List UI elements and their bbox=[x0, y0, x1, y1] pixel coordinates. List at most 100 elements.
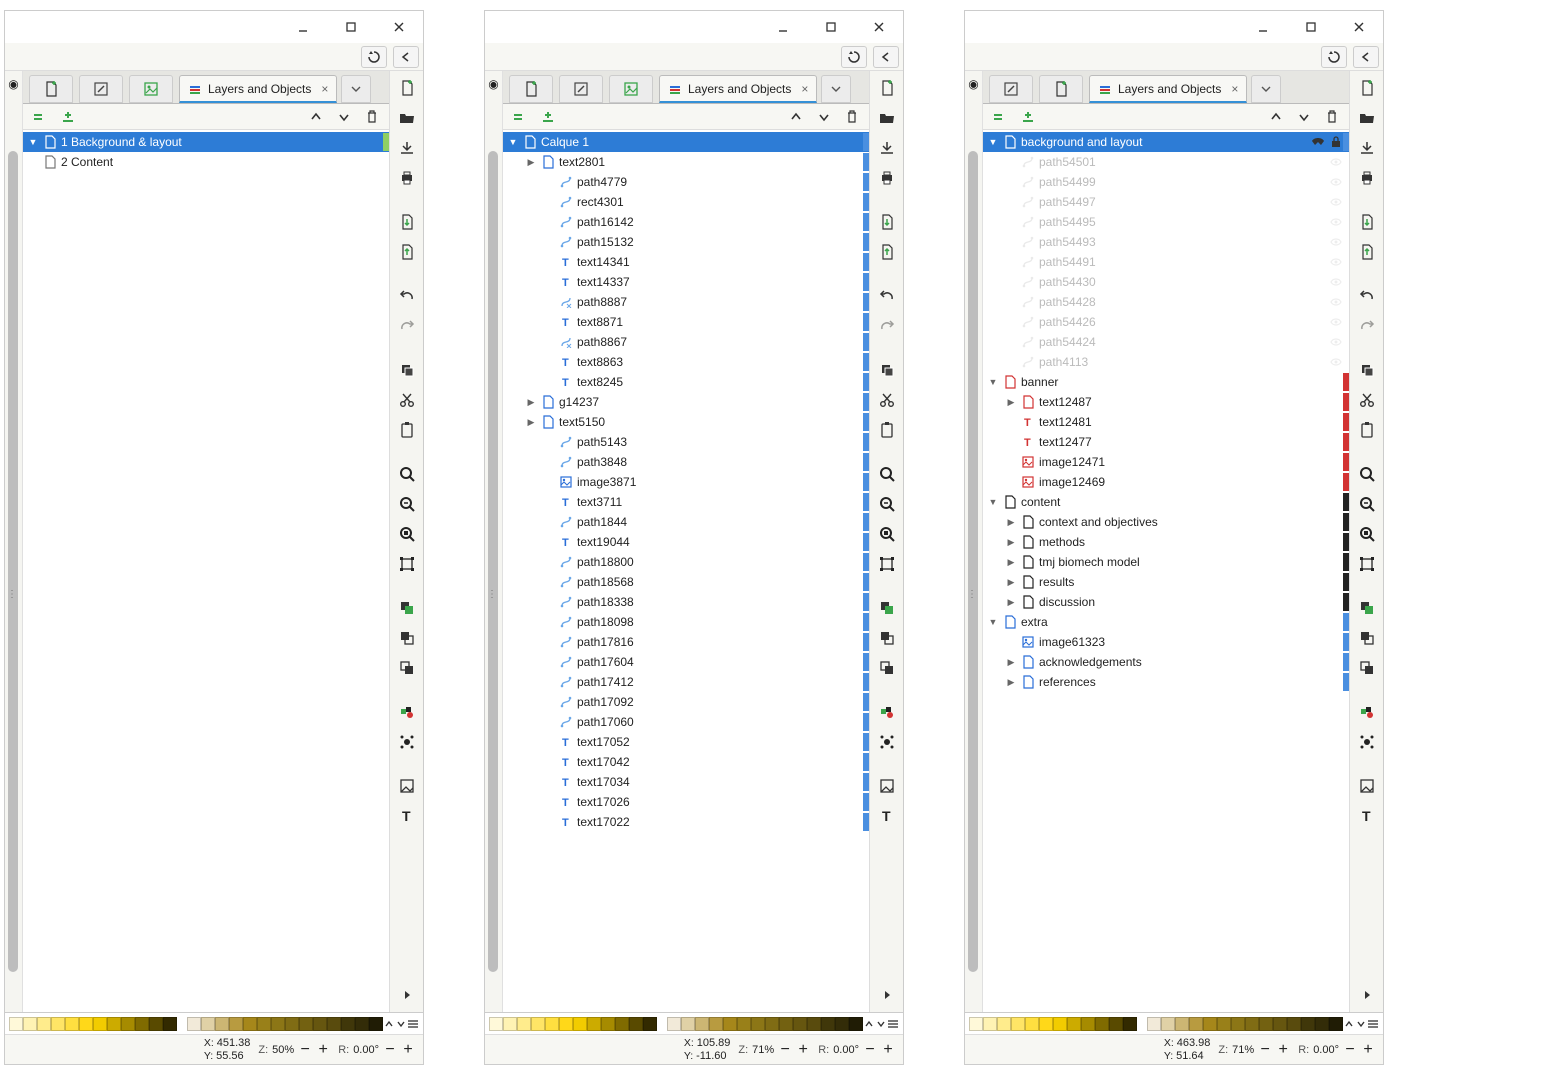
tab-layers-and-objects[interactable]: Layers and Objects × bbox=[179, 75, 337, 103]
swatch[interactable] bbox=[643, 1017, 657, 1031]
swatch[interactable] bbox=[667, 1017, 681, 1031]
rot-minus-button[interactable]: − bbox=[1343, 1041, 1357, 1059]
expand-icon[interactable]: ▶ bbox=[1005, 656, 1017, 668]
duplicate-button[interactable] bbox=[393, 595, 421, 621]
expand-icon[interactable]: ▼ bbox=[987, 496, 999, 508]
paste-button[interactable] bbox=[393, 417, 421, 443]
export-button[interactable] bbox=[1353, 239, 1381, 265]
swatch[interactable] bbox=[1011, 1017, 1025, 1031]
expand-icon[interactable]: ▼ bbox=[987, 136, 999, 148]
add-layer-button[interactable] bbox=[539, 108, 557, 126]
import-button[interactable] bbox=[873, 209, 901, 235]
delete-button[interactable] bbox=[843, 108, 861, 126]
swatch[interactable] bbox=[503, 1017, 517, 1031]
palette-menu-button[interactable] bbox=[1367, 1015, 1379, 1033]
mask-icon[interactable] bbox=[1311, 137, 1325, 147]
print-button[interactable] bbox=[1353, 165, 1381, 191]
close-icon[interactable]: × bbox=[1231, 82, 1238, 96]
zoom-plus-button[interactable]: + bbox=[1276, 1041, 1290, 1059]
swatch[interactable] bbox=[1231, 1017, 1245, 1031]
layer-row[interactable]: path54491 bbox=[983, 252, 1349, 272]
layer-row[interactable]: path54493 bbox=[983, 232, 1349, 252]
vertical-scrollbar[interactable] bbox=[488, 151, 498, 972]
layer-row[interactable]: path15132 bbox=[503, 232, 869, 252]
swatch[interactable] bbox=[489, 1017, 503, 1031]
layer-row[interactable]: path17060 bbox=[503, 712, 869, 732]
ruler-handle-icon[interactable]: ⋮ bbox=[7, 589, 17, 600]
fill-stroke-button[interactable] bbox=[1353, 773, 1381, 799]
zoom-drawing-button[interactable] bbox=[393, 551, 421, 577]
delete-button[interactable] bbox=[363, 108, 381, 126]
zoom-sel-button[interactable] bbox=[393, 491, 421, 517]
layer-row[interactable]: path16142 bbox=[503, 212, 869, 232]
swatch[interactable] bbox=[327, 1017, 341, 1031]
layer-row[interactable]: ▼Calque 1 bbox=[503, 132, 869, 152]
undo-button[interactable] bbox=[393, 283, 421, 309]
group-button[interactable] bbox=[873, 699, 901, 725]
copy-button[interactable] bbox=[1353, 357, 1381, 383]
layer-row[interactable]: ▶tmj biomech model bbox=[983, 552, 1349, 572]
tab-layers-and-objects[interactable]: Layers and Objects × bbox=[659, 75, 817, 103]
new-doc-button[interactable] bbox=[393, 75, 421, 101]
swatch[interactable] bbox=[709, 1017, 723, 1031]
expand-icon[interactable]: ▶ bbox=[1005, 396, 1017, 408]
visibility-icon[interactable] bbox=[1329, 157, 1343, 167]
layer-row[interactable]: Ttext17022 bbox=[503, 812, 869, 832]
new-doc-tab-button[interactable] bbox=[509, 75, 553, 103]
swatch[interactable] bbox=[1315, 1017, 1329, 1031]
swatch[interactable] bbox=[807, 1017, 821, 1031]
swatch[interactable] bbox=[517, 1017, 531, 1031]
lower-button[interactable] bbox=[335, 108, 353, 126]
expand-icon[interactable]: ▶ bbox=[525, 416, 537, 428]
layer-tree[interactable]: ▼Calque 1▶text2801path4779rect4301path16… bbox=[503, 130, 869, 1012]
edit-tab-button[interactable] bbox=[79, 75, 123, 103]
swatch[interactable] bbox=[1095, 1017, 1109, 1031]
swatch[interactable] bbox=[793, 1017, 807, 1031]
layer-row[interactable]: ▶results bbox=[983, 572, 1349, 592]
visibility-icon[interactable] bbox=[1329, 357, 1343, 367]
swatch[interactable] bbox=[1109, 1017, 1123, 1031]
swatch[interactable] bbox=[341, 1017, 355, 1031]
tab-dropdown-button[interactable] bbox=[821, 75, 851, 103]
add-layer-button[interactable] bbox=[59, 108, 77, 126]
palette-down-button[interactable] bbox=[395, 1015, 407, 1033]
swatch[interactable] bbox=[369, 1017, 383, 1031]
rot-minus-button[interactable]: − bbox=[383, 1041, 397, 1059]
redo-button[interactable] bbox=[873, 313, 901, 339]
layer-row[interactable]: ▶context and objectives bbox=[983, 512, 1349, 532]
layer-row[interactable]: image12471 bbox=[983, 452, 1349, 472]
swatch[interactable] bbox=[355, 1017, 369, 1031]
export-button[interactable] bbox=[393, 239, 421, 265]
clone-button[interactable] bbox=[873, 625, 901, 651]
unlink-clone-button[interactable] bbox=[1353, 655, 1381, 681]
swatch[interactable] bbox=[1273, 1017, 1287, 1031]
zoom-drawing-button[interactable] bbox=[873, 551, 901, 577]
group-button[interactable] bbox=[393, 699, 421, 725]
text-button[interactable]: T bbox=[393, 803, 421, 829]
visibility-icon[interactable] bbox=[1329, 217, 1343, 227]
new-doc-tab-button[interactable] bbox=[1039, 75, 1083, 103]
lower-button[interactable] bbox=[1295, 108, 1313, 126]
swatch[interactable] bbox=[121, 1017, 135, 1031]
swatch[interactable] bbox=[23, 1017, 37, 1031]
swatch[interactable] bbox=[1067, 1017, 1081, 1031]
lock-icon[interactable] bbox=[1329, 136, 1343, 148]
swatch[interactable] bbox=[163, 1017, 177, 1031]
new-doc-tab-button[interactable] bbox=[29, 75, 73, 103]
zoom-page-button[interactable] bbox=[873, 521, 901, 547]
swatch[interactable] bbox=[37, 1017, 51, 1031]
layer-row[interactable]: path54430 bbox=[983, 272, 1349, 292]
visibility-icon[interactable] bbox=[1329, 257, 1343, 267]
next-page-button[interactable] bbox=[873, 982, 901, 1008]
layer-row[interactable]: ▶text12487 bbox=[983, 392, 1349, 412]
layer-row[interactable]: image3871 bbox=[503, 472, 869, 492]
layer-row[interactable]: Ttext8871 bbox=[503, 312, 869, 332]
swatch[interactable] bbox=[695, 1017, 709, 1031]
color-palette[interactable] bbox=[485, 1012, 903, 1034]
print-button[interactable] bbox=[393, 165, 421, 191]
paste-button[interactable] bbox=[1353, 417, 1381, 443]
swatch[interactable] bbox=[681, 1017, 695, 1031]
vertical-scrollbar[interactable] bbox=[8, 151, 18, 972]
ruler-handle-icon[interactable]: ⋮ bbox=[487, 589, 497, 600]
unlink-clone-button[interactable] bbox=[393, 655, 421, 681]
